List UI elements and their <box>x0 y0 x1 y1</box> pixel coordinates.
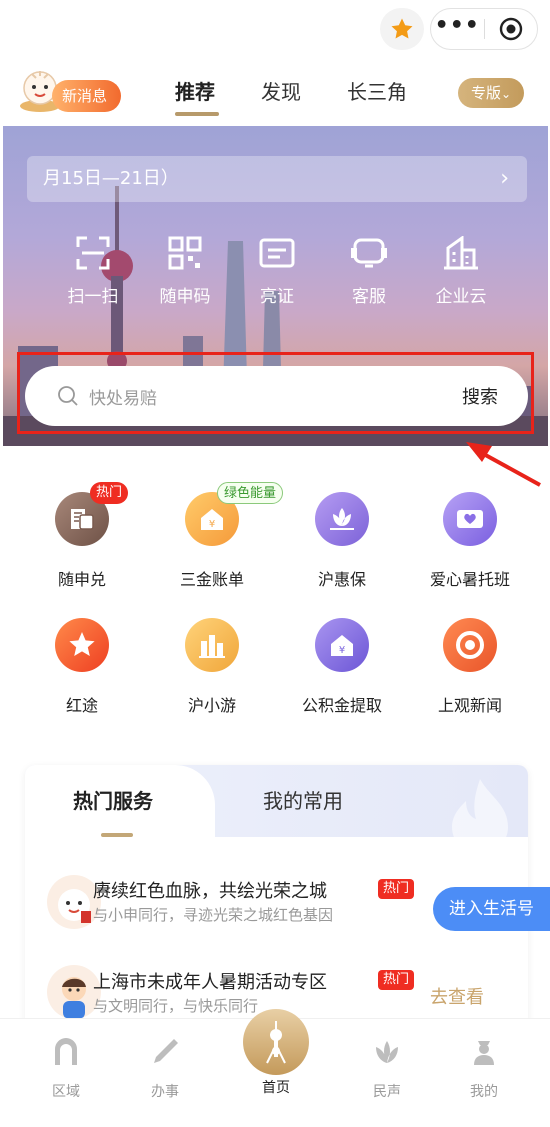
active-tab-indicator <box>101 833 133 837</box>
lotus-icon <box>330 508 354 530</box>
service-label: 红途 <box>65 696 98 715</box>
chevron-right-icon: › <box>500 166 509 191</box>
tabbar-item-home[interactable] <box>243 1009 309 1075</box>
service-shangguan-news[interactable]: 上观新闻 <box>415 618 525 716</box>
svg-text:¥: ¥ <box>209 519 215 530</box>
shutter-icon <box>456 631 484 659</box>
service-label: 上观新闻 <box>437 696 502 715</box>
tabbar-item-public-voice[interactable]: 民声 <box>352 1037 422 1101</box>
service-row-title[interactable]: 赓续红色血脉，共绘光荣之城 <box>93 877 327 903</box>
quick-action-label: 客服 <box>352 287 386 307</box>
tabbar-item-region[interactable]: 区域 <box>31 1037 101 1101</box>
service-three-funds-bill[interactable]: ¥ 三金账单 <box>157 492 267 590</box>
house-yen-icon: ¥ <box>201 509 223 530</box>
service-icon-circle: ¥ <box>315 618 369 672</box>
flame-watermark-icon <box>452 779 508 855</box>
service-icon-circle <box>55 618 109 672</box>
service-label: 三金账单 <box>179 570 244 589</box>
red-arrow-annotation <box>466 442 541 487</box>
more-options-button[interactable]: ••• <box>431 15 484 37</box>
service-label: 随申兑 <box>57 570 106 589</box>
tabbar-label: 我的 <box>470 1084 498 1100</box>
weekly-date-bar[interactable]: 月15日—21日） › <box>27 156 527 202</box>
favorite-star-button[interactable] <box>380 8 424 50</box>
close-mini-program-button[interactable] <box>484 17 537 41</box>
city-icon <box>199 635 225 658</box>
building-icon <box>444 236 478 270</box>
arch-icon <box>55 1038 77 1065</box>
tab-recommend[interactable]: 推荐 <box>175 76 215 108</box>
highlight-box <box>17 352 534 434</box>
service-shanghai-tour[interactable]: 沪小游 <box>157 618 267 716</box>
service-row-subtitle: 与小申同行，寻迹光荣之城红色基因 <box>93 906 334 924</box>
tower-icon <box>266 1021 286 1064</box>
building-doc-icon <box>71 509 94 530</box>
heart-card-icon <box>457 510 483 528</box>
quick-action-label: 随申码 <box>159 287 211 307</box>
service-suishendui[interactable]: 随申兑 <box>27 492 137 590</box>
target-icon <box>499 17 522 41</box>
quick-action-label: 企业云 <box>435 287 487 307</box>
service-label: 沪小游 <box>187 696 236 715</box>
tab-my-frequent[interactable]: 我的常用 <box>263 785 343 814</box>
service-row-subtitle: 与文明同行，与快乐同行 <box>93 997 259 1015</box>
tabbar-home-label-wrap: 首页 <box>241 1077 311 1097</box>
tabbar-label: 民声 <box>373 1084 401 1100</box>
tab-discover[interactable]: 发现 <box>261 76 301 108</box>
service-housing-fund-withdraw[interactable]: ¥ 公积金提取 <box>287 618 397 716</box>
qrcode-icon <box>168 236 202 270</box>
service-label: 公积金提取 <box>301 696 382 715</box>
service-icon-circle <box>185 618 239 672</box>
service-row-title[interactable]: 上海市未成年人暑期活动专区 <box>93 968 327 994</box>
star-icon <box>391 18 413 39</box>
id-card-icon <box>259 238 295 268</box>
bottom-tab-bar: 区域 办事 首页 民声 我的 <box>0 1009 550 1127</box>
hot-tag: 热门 <box>378 879 415 899</box>
quick-action-customer-service[interactable]: 客服 <box>329 236 409 307</box>
tabbar-label: 区域 <box>52 1084 80 1100</box>
active-tab-indicator <box>175 112 219 116</box>
service-red-journey[interactable]: 红途 <box>27 618 137 716</box>
quick-action-scan[interactable]: 扫一扫 <box>53 236 133 307</box>
service-icon-circle <box>443 618 497 672</box>
tabbar-item-mine[interactable]: 我的 <box>449 1037 519 1101</box>
mini-program-capsule: ••• <box>430 8 538 50</box>
tabbar-item-affairs[interactable]: 办事 <box>130 1037 200 1101</box>
tabbar-label: 办事 <box>151 1084 179 1100</box>
enter-life-account-button[interactable]: 进入生活号 <box>433 887 550 931</box>
star-icon <box>69 632 95 656</box>
hot-tag: 热门 <box>378 970 415 990</box>
service-icon-circle <box>443 492 497 546</box>
service-icon-circle <box>315 492 369 546</box>
service-summer-care-class[interactable]: 爱心暑托班 <box>415 492 525 590</box>
top-nav-bar: 新消息 推荐 发现 长三角 专版⌄ <box>0 60 550 124</box>
tabbar-label: 首页 <box>262 1080 290 1096</box>
special-edition-button[interactable]: 专版⌄ <box>458 78 524 108</box>
special-edition-label: 专版 <box>470 84 501 102</box>
person-icon <box>474 1041 494 1065</box>
scan-icon <box>76 236 110 270</box>
view-button[interactable]: 去查看 <box>430 983 484 1009</box>
pen-icon <box>154 1039 178 1063</box>
new-message-badge[interactable]: 新消息 <box>52 80 122 112</box>
tab-hot-services[interactable]: 热门服务 <box>73 785 153 814</box>
tab-yangtze-delta[interactable]: 长三角 <box>347 76 407 108</box>
hot-badge: 热门 <box>90 482 129 504</box>
quick-action-qrcode[interactable]: 随申码 <box>145 236 225 307</box>
chevron-down-icon: ⌄ <box>500 87 512 101</box>
quick-action-label: 扫一扫 <box>67 287 119 307</box>
magnolia-icon <box>376 1041 398 1063</box>
service-label: 爱心暑托班 <box>429 570 510 589</box>
headset-icon <box>351 238 387 268</box>
green-energy-badge: 绿色能量 <box>217 482 284 504</box>
quick-action-label: 亮证 <box>260 287 294 307</box>
svg-text:¥: ¥ <box>339 645 345 656</box>
service-huhuibao[interactable]: 沪惠保 <box>287 492 397 590</box>
quick-action-show-id[interactable]: 亮证 <box>237 236 317 307</box>
service-label: 沪惠保 <box>317 570 366 589</box>
date-range-text: 月15日—21日） <box>43 168 179 189</box>
house-yen-icon: ¥ <box>331 635 353 656</box>
quick-action-enterprise-cloud[interactable]: 企业云 <box>421 236 501 307</box>
